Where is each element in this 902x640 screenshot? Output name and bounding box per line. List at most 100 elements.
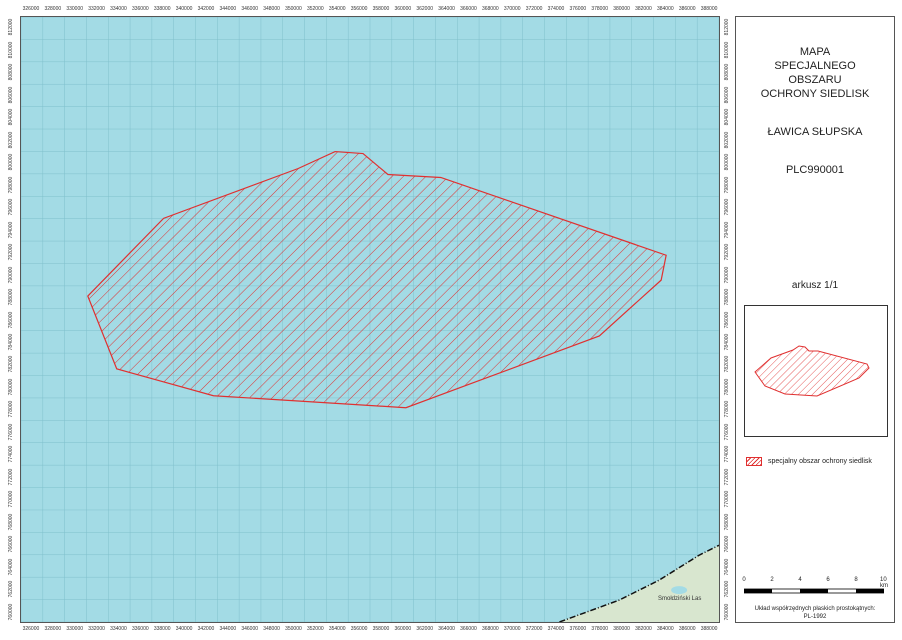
y-tick-label: 778000 [724, 401, 730, 418]
y-tick-label: 786000 [724, 311, 730, 328]
coordinate-system-note: Układ współrzędnych płaskich prostokątny… [754, 606, 876, 620]
y-tick-label: 778000 [8, 401, 14, 418]
y-tick-label: 776000 [8, 423, 14, 441]
x-tick-label: 380000 [613, 6, 630, 12]
y-tick-label: 796000 [724, 198, 730, 216]
y-tick-label: 768000 [724, 513, 730, 531]
x-tick-label: 332000 [88, 6, 105, 12]
x-tick-label: 342000 [197, 6, 215, 12]
y-tick-label: 780000 [8, 378, 14, 396]
x-tick-label: 348000 [263, 626, 280, 632]
y-tick-label: 804000 [8, 108, 14, 126]
y-tick-label: 790000 [8, 266, 14, 283]
y-tick-label: 782000 [724, 356, 730, 373]
y-tick-label: 794000 [8, 221, 14, 238]
x-tick-label: 358000 [372, 626, 390, 632]
y-tick-label: 784000 [724, 333, 730, 351]
x-tick-label: 362000 [416, 6, 434, 12]
x-tick-label: 350000 [285, 6, 302, 12]
y-tick-label: 780000 [724, 378, 730, 396]
x-tick-label: 382000 [635, 6, 652, 12]
x-tick-label: 368000 [481, 626, 499, 632]
place-label: Smołdziński Las [658, 596, 702, 602]
x-axis-labels-bottom: 326000 328000 330000 332000 334000 336000 3380… [20, 622, 720, 636]
x-tick-label: 378000 [591, 6, 609, 12]
x-tick-label: 350000 [285, 626, 302, 632]
x-tick-label: 372000 [525, 6, 543, 12]
sheet-label: arkusz 1/1 [791, 280, 839, 291]
x-tick-label: 388000 [700, 626, 718, 632]
x-tick-label: 352000 [306, 6, 324, 12]
x-tick-label: 368000 [481, 6, 499, 12]
x-tick-label: 366000 [460, 6, 477, 12]
y-tick-label: 790000 [724, 266, 730, 283]
y-axis-labels-left: 812000 810000 808000 806000 804000 802000 8000… [4, 16, 18, 623]
y-tick-label: 772000 [724, 468, 730, 486]
y-tick-label: 798000 [8, 176, 14, 193]
scale-labels: 0 2 4 6 8 10 km [742, 577, 888, 589]
y-tick-label: 802000 [8, 131, 14, 148]
hatch-swatch-icon [746, 457, 762, 466]
y-tick-label: 772000 [8, 468, 14, 486]
x-tick-label: 334000 [110, 6, 127, 12]
x-tick-label: 384000 [656, 626, 674, 632]
legend-item: specjalny obszar ochrony siedlisk [746, 457, 872, 466]
locator-polygon [754, 345, 870, 397]
x-tick-label: 326000 [22, 626, 40, 632]
y-tick-label: 794000 [724, 221, 730, 238]
y-tick-label: 762000 [724, 580, 730, 598]
x-axis-labels-top: 326000 328000 330000 332000 334000 336000 3380… [20, 2, 720, 16]
x-tick-label: 348000 [263, 6, 280, 12]
x-tick-label: 352000 [306, 626, 324, 632]
x-tick-label: 344000 [219, 6, 237, 12]
y-tick-label: 810000 [8, 41, 14, 59]
lake [671, 586, 688, 595]
y-tick-label: 812000 [8, 18, 14, 36]
map-view[interactable] [20, 16, 720, 623]
x-tick-label: 366000 [460, 626, 477, 632]
y-tick-label: 766000 [8, 535, 14, 553]
y-tick-label: 786000 [8, 311, 14, 328]
x-tick-label: 328000 [44, 6, 62, 12]
x-tick-label: 374000 [547, 626, 565, 632]
map-canvas[interactable] [21, 17, 719, 622]
x-tick-label: 356000 [350, 626, 368, 632]
x-tick-label: 362000 [416, 626, 434, 632]
y-tick-label: 798000 [724, 176, 730, 193]
y-tick-label: 766000 [724, 535, 730, 553]
y-tick-label: 792000 [724, 243, 730, 261]
y-tick-label: 774000 [724, 446, 730, 463]
map-title: MAPA SPECJALNEGO OBSZARU OCHRONY SIEDLIS… [760, 46, 870, 100]
x-tick-label: 354000 [328, 6, 346, 12]
x-tick-label: 340000 [175, 6, 193, 12]
x-tick-label: 364000 [438, 6, 455, 12]
x-tick-label: 330000 [66, 626, 84, 632]
y-tick-label: 788000 [8, 288, 14, 306]
x-tick-label: 340000 [175, 626, 193, 632]
y-tick-label: 808000 [724, 63, 730, 81]
x-tick-label: 344000 [219, 626, 237, 632]
x-tick-label: 328000 [44, 626, 62, 632]
x-tick-label: 346000 [241, 6, 259, 12]
x-tick-label: 360000 [394, 6, 412, 12]
y-tick-label: 764000 [724, 558, 730, 576]
x-tick-label: 326000 [22, 6, 40, 12]
y-tick-label: 764000 [8, 558, 14, 576]
x-tick-label: 334000 [110, 626, 127, 632]
y-tick-label: 760000 [8, 603, 14, 621]
y-tick-label: 776000 [724, 423, 730, 441]
legend-label: specjalny obszar ochrony siedlisk [768, 458, 872, 465]
x-tick-label: 370000 [503, 626, 521, 632]
y-tick-label: 800000 [724, 153, 730, 171]
x-tick-label: 378000 [591, 626, 609, 632]
y-tick-label: 792000 [8, 243, 14, 261]
legend-panel: MAPA SPECJALNEGO OBSZARU OCHRONY SIEDLIS… [735, 16, 895, 623]
y-tick-label: 768000 [8, 513, 14, 531]
x-tick-label: 382000 [635, 626, 652, 632]
y-tick-label: 788000 [724, 288, 730, 306]
y-tick-label: 770000 [724, 491, 730, 508]
x-tick-label: 336000 [131, 626, 149, 632]
x-tick-label: 370000 [503, 6, 521, 12]
x-tick-label: 338000 [153, 6, 171, 12]
y-tick-label: 804000 [724, 108, 730, 126]
